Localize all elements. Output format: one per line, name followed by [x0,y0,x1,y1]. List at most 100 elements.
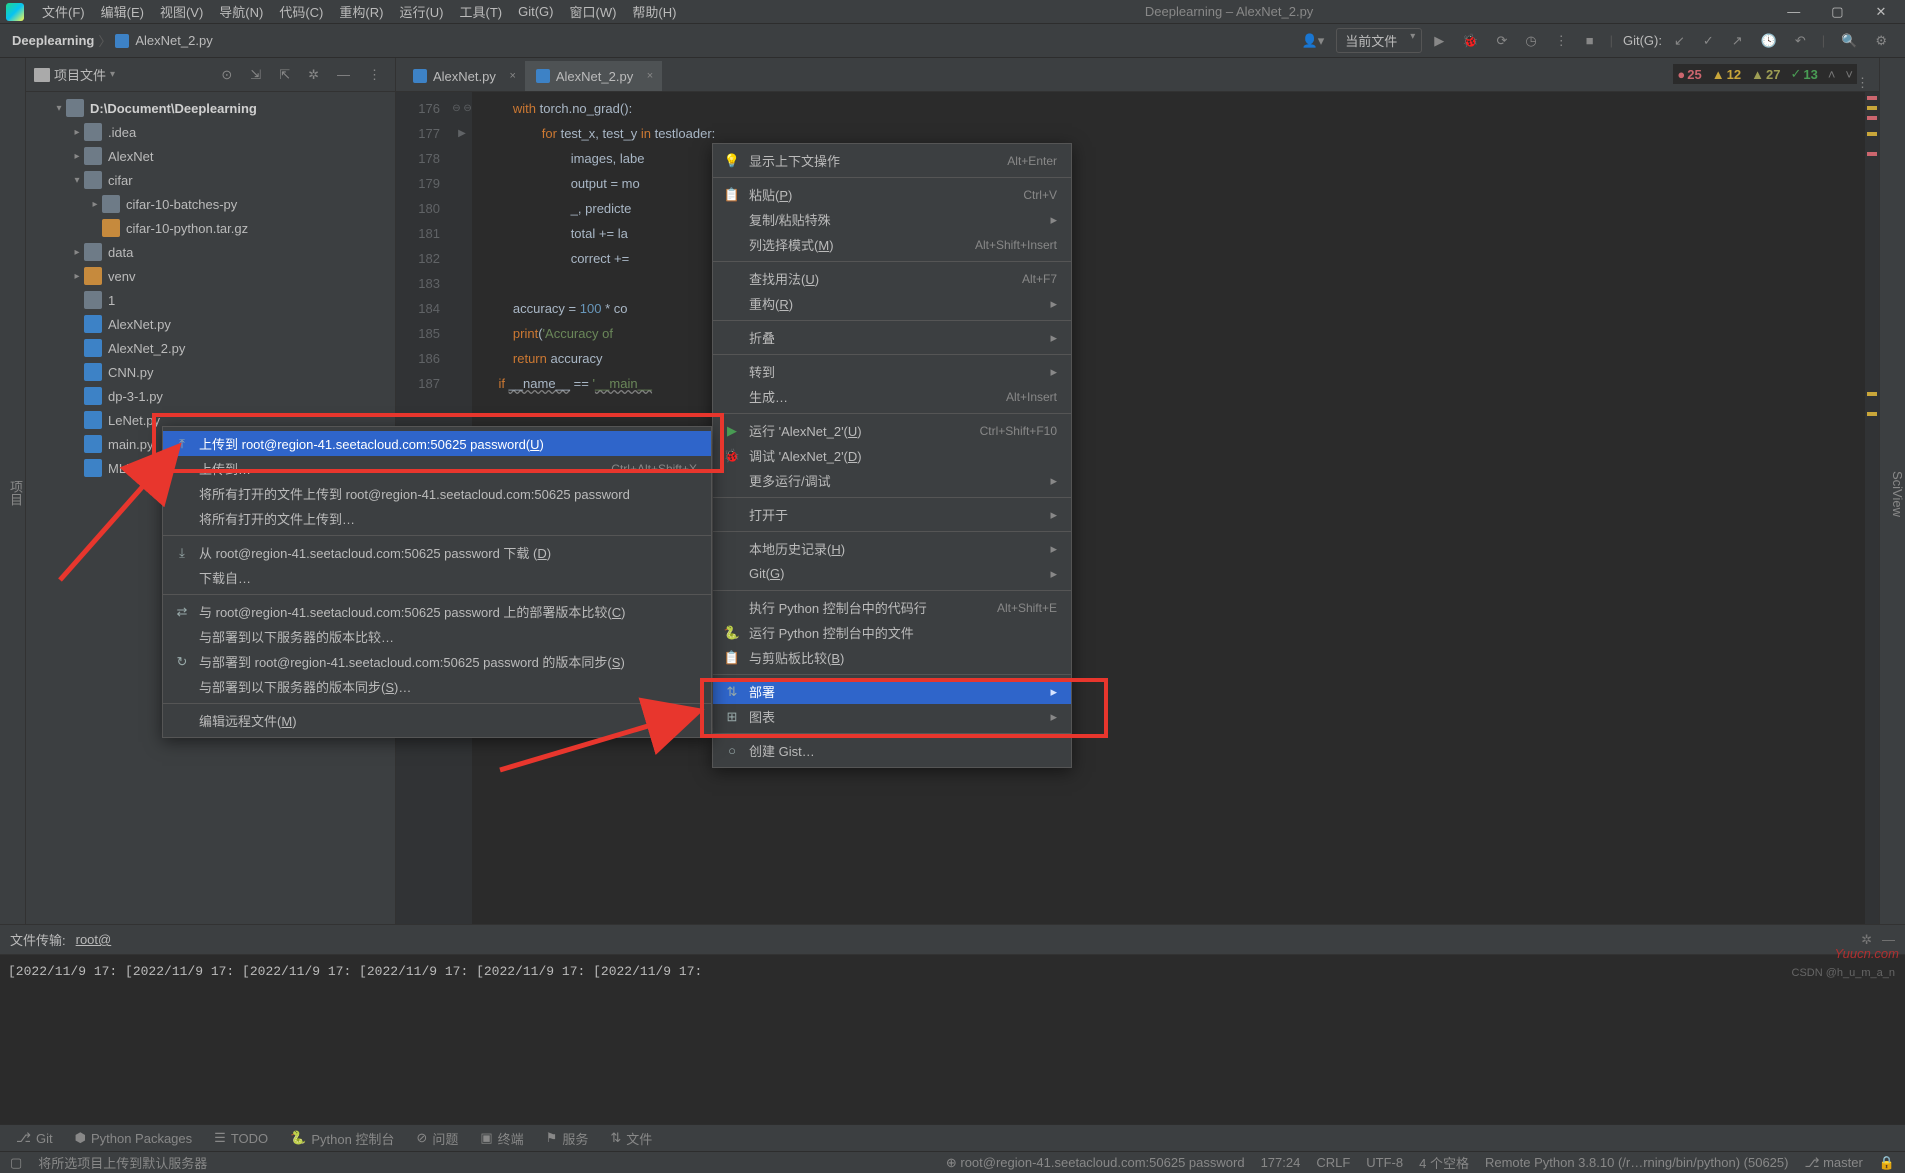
git-push-button[interactable]: ↗ [1726,31,1749,51]
tab-close-icon[interactable]: × [647,70,653,82]
tree-item[interactable]: AlexNet_2.py [26,336,395,360]
tool-packages[interactable]: ⬢Python Packages [65,1125,203,1151]
menu-item[interactable]: 📋与剪贴板比较(B) [713,645,1071,670]
menu-item[interactable]: 生成…Alt+Insert [713,384,1071,409]
inspection-down[interactable]: ˅ [1845,67,1853,82]
project-hide[interactable]: — [331,67,356,82]
tool-problems[interactable]: ⊘问题 [406,1125,468,1151]
menu-git[interactable]: Git(G) [510,4,561,19]
menu-refactor[interactable]: 重构(R) [331,2,391,21]
menu-item[interactable]: 💡显示上下文操作Alt+Enter [713,148,1071,173]
menu-item[interactable]: 更多运行/调试▸ [713,468,1071,493]
menu-help[interactable]: 帮助(H) [624,2,684,21]
menu-item[interactable]: 将所有打开的文件上传到… [163,506,711,531]
menu-item[interactable]: 与部署到以下服务器的版本同步(S)… [163,674,711,699]
tree-item[interactable]: ▸AlexNet [26,144,395,168]
expand-arrow-icon[interactable]: ▾ [70,175,84,186]
run-more-button[interactable]: ⋮ [1549,31,1574,51]
menu-item[interactable]: 复制/粘贴特殊▸ [713,207,1071,232]
menu-item[interactable]: 🐞调试 'AlexNet_2'(D) [713,443,1071,468]
breadcrumb-file[interactable]: AlexNet_2.py [135,33,212,48]
menu-item[interactable]: 打开于▸ [713,502,1071,527]
tree-item[interactable]: ▸venv [26,264,395,288]
tree-item[interactable]: 1 [26,288,395,312]
git-rollback-button[interactable]: ↶ [1789,31,1812,51]
menu-item[interactable]: 重构(R)▸ [713,291,1071,316]
expand-arrow-icon[interactable]: ▸ [70,127,84,138]
menu-item[interactable]: ⤒上传到 root@region-41.seetacloud.com:50625… [163,431,711,456]
tool-services[interactable]: ⚑服务 [536,1125,599,1151]
menu-nav[interactable]: 导航(N) [211,2,271,21]
expand-arrow-icon[interactable]: ▸ [88,199,102,210]
profile-button[interactable]: ◷ [1519,31,1542,51]
left-stripe-project[interactable]: 项目 [6,480,25,506]
run-config-selector[interactable]: 当前文件 [1336,28,1422,53]
editor-tab[interactable]: AlexNet.py× [402,61,525,91]
menu-item[interactable]: ↻与部署到 root@region-41.seetacloud.com:5062… [163,649,711,674]
menu-item[interactable]: 列选择模式(M)Alt+Shift+Insert [713,232,1071,257]
status-line-sep[interactable]: CRLF [1316,1155,1350,1170]
menu-run[interactable]: 运行(U) [391,2,451,21]
tree-item[interactable]: ▸cifar-10-batches-py [26,192,395,216]
file-transfer-log[interactable]: [2022/11/9 17: [2022/11/9 17: [2022/11/9… [0,955,1905,1124]
tool-todo[interactable]: ☰TODO [204,1125,278,1151]
minimize-button[interactable]: — [1774,4,1814,19]
project-expand-all[interactable]: ⇲ [244,67,267,83]
account-icon[interactable]: 👤▾ [1296,31,1331,51]
menu-item[interactable]: ▶运行 'AlexNet_2'(U)Ctrl+Shift+F10 [713,418,1071,443]
menu-item[interactable]: 下载自… [163,565,711,590]
file-transfer-host[interactable]: root@ [76,932,112,947]
run-button[interactable]: ▶ [1428,31,1450,51]
tree-item[interactable]: AlexNet.py [26,312,395,336]
editor-context-menu[interactable]: 💡显示上下文操作Alt+Enter📋粘贴(P)Ctrl+V复制/粘贴特殊▸列选择… [712,143,1072,768]
tab-close-icon[interactable]: × [509,70,515,82]
stop-button[interactable]: ■ [1580,31,1600,50]
menu-item[interactable]: 查找用法(U)Alt+F7 [713,266,1071,291]
tree-item[interactable]: dp-3-1.py [26,384,395,408]
expand-arrow-icon[interactable]: ▾ [52,103,66,114]
project-title[interactable]: 项目文件 ▾ [34,65,115,84]
project-settings[interactable]: ✲ [302,67,325,83]
tree-item[interactable]: ▸.idea [26,120,395,144]
status-position[interactable]: 177:24 [1261,1155,1301,1170]
expand-arrow-icon[interactable]: ▸ [70,151,84,162]
menu-item[interactable]: 本地历史记录(H)▸ [713,536,1071,561]
status-lock-icon[interactable]: 🔒 [1879,1155,1895,1171]
menu-edit[interactable]: 编辑(E) [93,2,152,21]
inspection-widget[interactable]: ● 25 ▲ 12 ▲ 27 ✓ 13 ˄ ˅ [1673,64,1857,84]
menu-window[interactable]: 窗口(W) [561,2,624,21]
status-indent[interactable]: 4 个空格 [1419,1153,1469,1172]
menu-item[interactable]: 折叠▸ [713,325,1071,350]
menu-item[interactable]: 将所有打开的文件上传到 root@region-41.seetacloud.co… [163,481,711,506]
tree-item[interactable]: ▾cifar [26,168,395,192]
breadcrumb-project[interactable]: Deeplearning [12,33,94,48]
status-host[interactable]: ⊕ root@region-41.seetacloud.com:50625 pa… [946,1155,1245,1171]
git-commit-button[interactable]: ✓ [1697,31,1720,51]
deploy-submenu[interactable]: ⤒上传到 root@region-41.seetacloud.com:50625… [162,426,712,738]
editor-tab[interactable]: AlexNet_2.py× [525,61,662,91]
project-collapse-all[interactable]: ⇱ [273,67,296,83]
git-history-button[interactable]: 🕓 [1755,31,1783,51]
close-button[interactable]: ✕ [1861,4,1901,20]
status-branch[interactable]: ⎇ master [1804,1155,1862,1171]
menu-item[interactable]: ⇅部署▸ [713,679,1071,704]
tool-console[interactable]: 🐍Python 控制台 [280,1125,404,1151]
menu-view[interactable]: 视图(V) [152,2,211,21]
status-square-icon[interactable]: ▢ [10,1155,22,1171]
git-update-button[interactable]: ↙ [1668,31,1691,51]
tool-git[interactable]: ⎇Git [6,1125,63,1151]
menu-item[interactable]: ○创建 Gist… [713,738,1071,763]
status-encoding[interactable]: UTF-8 [1366,1155,1403,1170]
expand-arrow-icon[interactable]: ▸ [70,247,84,258]
menu-item[interactable]: 🐍运行 Python 控制台中的文件 [713,620,1071,645]
error-stripe[interactable] [1865,92,1879,924]
project-select-opened-file[interactable]: ⊙ [215,67,238,83]
expand-arrow-icon[interactable]: ▸ [70,271,84,282]
menu-file[interactable]: 文件(F) [34,2,93,21]
menu-item[interactable]: ⊞图表▸ [713,704,1071,729]
status-interpreter[interactable]: Remote Python 3.8.10 (/r…rning/bin/pytho… [1485,1155,1789,1170]
menu-item[interactable]: 上传到…Ctrl+Alt+Shift+X [163,456,711,481]
debug-button[interactable]: 🐞 [1456,31,1484,51]
menu-code[interactable]: 代码(C) [271,2,331,21]
maximize-button[interactable]: ▢ [1817,4,1857,20]
